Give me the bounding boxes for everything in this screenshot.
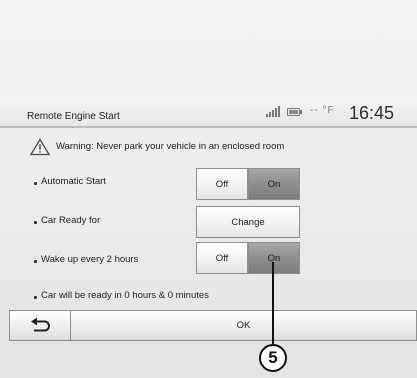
automatic-start-label: Automatic Start: [41, 176, 106, 187]
car-ready-for-label: Car Ready for: [41, 215, 101, 226]
back-button[interactable]: [9, 310, 71, 341]
ok-button[interactable]: OK: [71, 310, 417, 341]
warning-text: Warning: Never park your vehicle in an e…: [56, 141, 285, 152]
callout-line: [272, 262, 274, 344]
ready-status-text: Car will be ready in 0 hours & 0 minutes: [41, 290, 209, 301]
outside-temperature: -- °F: [310, 105, 335, 116]
battery-icon: [287, 108, 302, 116]
wake-up-on-button[interactable]: On: [248, 242, 300, 274]
clock: 16:45: [349, 103, 395, 123]
warning-triangle-icon: [30, 138, 50, 156]
automatic-start-on-button[interactable]: On: [248, 168, 300, 200]
back-arrow-icon: [31, 317, 50, 332]
wake-up-label: Wake up every 2 hours: [41, 254, 139, 265]
change-button[interactable]: Change: [196, 206, 300, 238]
bullet-icon: [34, 296, 37, 299]
bottom-bar: OK: [0, 310, 417, 341]
bullet-icon: [34, 260, 37, 263]
automatic-start-off-button[interactable]: Off: [196, 168, 248, 200]
callout-number: 5: [259, 344, 287, 372]
wake-up-off-button[interactable]: Off: [196, 242, 248, 274]
signal-icon: [266, 105, 282, 117]
bullet-icon: [34, 221, 37, 224]
bullet-icon: [34, 182, 37, 185]
page-title: Remote Engine Start: [27, 111, 120, 122]
screen: Remote Engine Start -- °F 16:45 Warning:…: [0, 0, 417, 378]
